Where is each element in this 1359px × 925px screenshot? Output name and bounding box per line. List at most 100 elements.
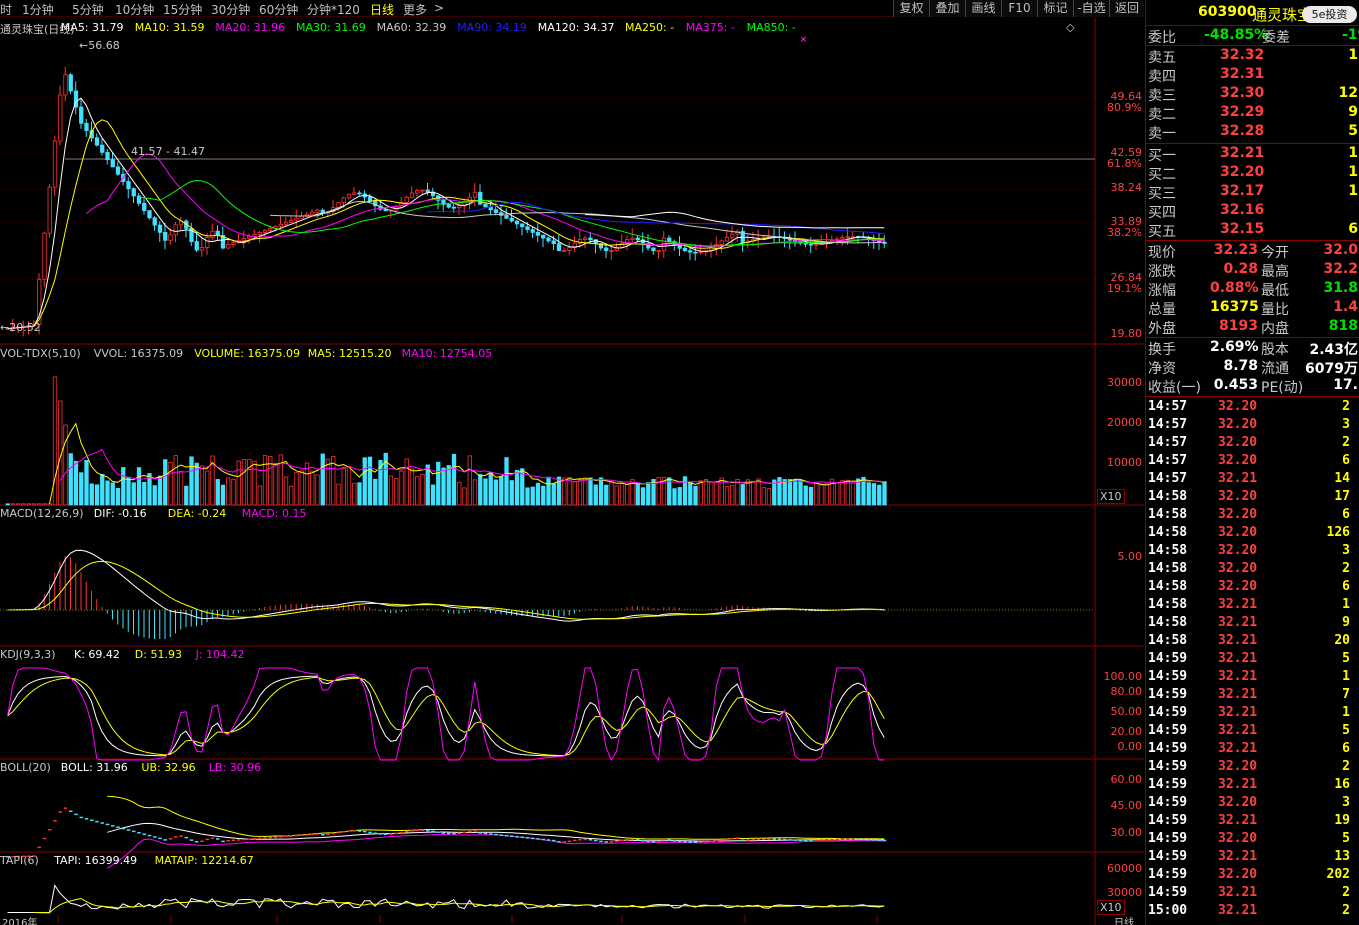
tick-time: 14:59: [1148, 723, 1188, 738]
volume-bar: [163, 459, 168, 506]
period-tab-daily[interactable]: 日线: [370, 1, 394, 18]
tick-row: 14:58 32.20 3: [1146, 542, 1359, 560]
volume-bar: [446, 465, 451, 506]
f10-button[interactable]: F10: [1001, 0, 1037, 17]
mark-button[interactable]: 标记: [1037, 0, 1073, 17]
tick-time: 14:58: [1148, 489, 1188, 504]
stat-row: 涨跌 0.28 最高 32.2: [1146, 261, 1359, 280]
candle-body: [808, 243, 814, 246]
stat-value: 2.43亿: [1309, 342, 1358, 358]
buy-row[interactable]: 买三 32.17 1: [1146, 183, 1359, 202]
fuquan-button[interactable]: 复权: [893, 0, 929, 17]
sell-row-price: 32.31: [1220, 66, 1265, 82]
tick-time: 14:57: [1148, 471, 1188, 486]
overlay-button[interactable]: 叠加: [929, 0, 965, 17]
candle-body: [94, 137, 100, 146]
tick-price: 32.20: [1218, 579, 1258, 594]
volume-bar: [845, 479, 850, 506]
volume-bar: [709, 481, 714, 506]
period-tab-1min[interactable]: 1分钟: [22, 1, 54, 18]
kdj-axis-label: 100.00: [1103, 670, 1143, 683]
corner-diamond-icon[interactable]: ◇: [1066, 21, 1074, 34]
buy-row[interactable]: 买五 32.15 6: [1146, 221, 1359, 240]
buy-row-vol: 6: [1348, 221, 1358, 237]
sell-row[interactable]: 卖二 32.29 9: [1146, 104, 1359, 123]
candle-body: [299, 215, 304, 219]
tick-price: 32.20: [1218, 543, 1258, 558]
tick-vol: 2: [1342, 435, 1350, 450]
candle-body: [247, 236, 252, 239]
buy-row[interactable]: 买二 32.20 1: [1146, 164, 1359, 183]
candle-body: [493, 209, 499, 213]
volume-bar: [488, 472, 493, 506]
tick-time: 14:58: [1148, 525, 1188, 540]
period-tab-60min[interactable]: 60分钟: [259, 1, 298, 18]
period-tab-more[interactable]: 更多: [403, 1, 427, 18]
macd-axis-label: 5.00: [1117, 550, 1143, 563]
tick-vol: 7: [1342, 687, 1350, 702]
period-tab-120min[interactable]: 分钟*120: [307, 1, 360, 18]
tick-vol: 20: [1334, 633, 1350, 648]
period-tab-30min[interactable]: 30分钟: [211, 1, 250, 18]
volume-bar: [567, 476, 572, 506]
watchlist-button[interactable]: -自选: [1073, 0, 1109, 17]
volume-bar: [226, 477, 231, 506]
stat-label: 净资: [1148, 361, 1176, 377]
buy-row[interactable]: 买四 32.16: [1146, 202, 1359, 221]
buy-row-label: 买四: [1148, 205, 1176, 221]
volume-bar: [588, 477, 593, 506]
tick-row: 14:58 32.20 17: [1146, 488, 1359, 506]
volume-bar: [252, 460, 257, 506]
draw-line-button[interactable]: 画线: [965, 0, 1001, 17]
period-tab-15min[interactable]: 15分钟: [163, 1, 202, 18]
candle-body: [724, 236, 730, 242]
candle-body: [105, 151, 110, 161]
tick-price: 32.21: [1218, 633, 1258, 648]
quote-header: 603900 通灵珠宝 5e投资: [1146, 2, 1359, 24]
more-arrow-icon[interactable]: >: [434, 1, 444, 15]
period-tab-fenshi[interactable]: 时: [0, 1, 12, 18]
hline-annotation: 41.57 - 41.47: [131, 145, 205, 158]
period-tab-10min[interactable]: 10分钟: [115, 1, 154, 18]
buy-row[interactable]: 买一 32.21 1: [1146, 145, 1359, 164]
sell-row[interactable]: 卖三 32.30 12: [1146, 85, 1359, 104]
vol-axis-label: 10000: [1107, 456, 1142, 469]
stat-label: 量比: [1261, 302, 1289, 318]
buy-row-label: 买二: [1148, 167, 1176, 183]
volume-bar: [551, 483, 556, 506]
buy-row-vol: 1: [1348, 183, 1358, 199]
quote-panel: 603900 通灵珠宝 5e投资 委比 -48.85% 委差 -19 卖五32.…: [1145, 0, 1359, 925]
stat-label: PE(动): [1261, 380, 1304, 396]
volume-bar: [126, 476, 131, 506]
candle-body: [451, 206, 457, 209]
tick-time: 14:58: [1148, 561, 1188, 576]
volume-bar: [777, 477, 782, 506]
ma120-line: [584, 211, 885, 229]
volume-bar: [136, 467, 142, 506]
tick-price: 32.21: [1218, 741, 1258, 756]
volume-bar: [262, 455, 268, 506]
sell-row[interactable]: 卖一 32.28 5: [1146, 123, 1359, 142]
volume-bar: [199, 465, 205, 506]
tick-vol: 126: [1326, 525, 1350, 540]
period-tab-5min[interactable]: 5分钟: [72, 1, 104, 18]
sell-row[interactable]: 卖四 32.31: [1146, 66, 1359, 85]
boll-legend-item: BOLL(20): [0, 761, 51, 774]
candle-body: [257, 231, 262, 235]
volume-bar: [373, 478, 378, 506]
sell-row[interactable]: 卖五 32.32 1: [1146, 47, 1359, 66]
candle-body: [483, 203, 488, 208]
tick-price: 32.21: [1218, 813, 1258, 828]
macd-legend-item: MACD: 0.15: [241, 507, 307, 520]
tapi-legend-item: MATAIP: 12214.67: [154, 854, 254, 867]
vol-legend-item: VOL-TDX(5,10): [0, 347, 81, 360]
candle-body: [278, 223, 283, 227]
fib-pct-label: 19.1%: [1107, 282, 1142, 295]
volume-bar: [115, 487, 121, 506]
candle-body: [283, 221, 289, 225]
back-button[interactable]: 返回: [1109, 0, 1144, 17]
x-axis-period-label: 日线: [1114, 918, 1134, 925]
tick-vol: 6: [1342, 453, 1350, 468]
volume-bar: [315, 474, 320, 506]
candle-body: [404, 196, 409, 203]
